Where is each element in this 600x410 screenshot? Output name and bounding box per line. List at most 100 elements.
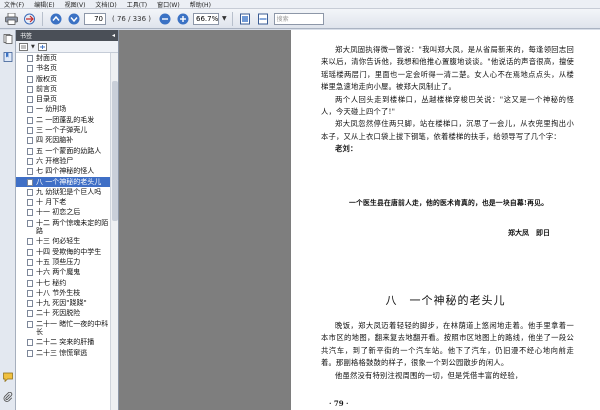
bookmark-page-icon xyxy=(27,300,33,308)
menu-help[interactable]: 帮助(H) xyxy=(190,0,211,9)
panel-collapse-icon[interactable]: ◂ xyxy=(112,32,115,39)
bookmark-label: 三 一个子弹壳儿 xyxy=(36,126,88,135)
bookmark-label: 二十二 突来的肝播 xyxy=(36,338,95,347)
paragraph: 郑大凤固执得微一瞥说："我叫郑大凤，是从省局新来的，每逢领回志回来以后，清你告诉… xyxy=(321,45,574,92)
bookmark-item[interactable]: 五 一个蒙面的幼路人 xyxy=(16,146,110,156)
menu-bar: 文件(F) 编辑(E) 视图(V) 文档(D) 工具(T) 窗口(W) 帮助(H… xyxy=(0,0,600,9)
menu-file[interactable]: 文件(F) xyxy=(4,0,24,9)
bookmark-page-icon xyxy=(27,65,33,73)
bookmarks-panel-title: 书签 xyxy=(20,33,33,40)
bookmark-item[interactable]: 十九 死因"跷跷" xyxy=(16,298,110,308)
bookmarks-toolbar: ▼ xyxy=(16,41,118,53)
options-dropdown-icon[interactable]: ▼ xyxy=(31,44,35,50)
bookmark-page-icon xyxy=(27,238,33,246)
print-icon[interactable] xyxy=(4,12,19,26)
bookmark-item[interactable]: 二十二 突来的肝播 xyxy=(16,337,110,347)
bookmark-page-icon xyxy=(27,209,33,217)
bookmark-item[interactable]: 十八 节外生枝 xyxy=(16,288,110,298)
bookmark-scrollbar[interactable] xyxy=(110,53,118,410)
zoom-in-icon[interactable] xyxy=(175,12,190,26)
paragraph: 郑大凤忽然停住两只脚，站在楼梯口，沉思了一会儿，从衣兜里掏出小本子，又从上衣口袋… xyxy=(321,119,574,141)
bookmark-item[interactable]: 目录页 xyxy=(16,94,110,104)
bookmark-label: 十八 节外生枝 xyxy=(36,288,81,297)
bookmark-page-icon xyxy=(27,116,33,124)
pages-icon[interactable] xyxy=(3,34,13,44)
bookmark-label: 六 开棺验尸 xyxy=(36,156,74,165)
bookmark-item[interactable]: 六 开棺验尸 xyxy=(16,156,110,166)
text-block-bottom: 晚饭，郑大凤迈着轻轻的脚步，在林荫道上悠闲地走着。他手里拿着一本市区的地图，翻来… xyxy=(321,320,574,382)
previous-page-icon[interactable] xyxy=(48,12,63,26)
share-icon[interactable] xyxy=(22,12,37,26)
menu-edit[interactable]: 编辑(E) xyxy=(34,0,54,9)
bookmark-item[interactable]: 十六 两个魔鬼 xyxy=(16,267,110,277)
page-number-input[interactable]: 70 xyxy=(84,12,106,25)
attachment-icon[interactable] xyxy=(3,391,13,402)
menu-window[interactable]: 窗口(W) xyxy=(157,0,180,9)
paragraph: 两个人回头走到楼梯口，丛越楼梯穿梭巴关说："这又是一个神秘的怪人，今天碰上四个了… xyxy=(321,94,574,117)
bookmark-item[interactable]: 二 一团蓬乱的毛发 xyxy=(16,115,110,125)
bookmark-item[interactable]: 四 死因脑补 xyxy=(16,135,110,145)
bookmark-item[interactable]: 七 四个神秘的怪人 xyxy=(16,166,110,176)
bookmark-item[interactable]: 二十 死因脱险 xyxy=(16,308,110,318)
bookmark-page-icon xyxy=(27,219,33,227)
bookmark-item[interactable]: 八 一个神秘的老头儿 xyxy=(16,176,110,187)
bookmark-label: 二 一团蓬乱的毛发 xyxy=(36,115,95,124)
bookmark-label: 二十 死因脱险 xyxy=(36,309,81,318)
bookmark-page-icon xyxy=(27,258,33,266)
bookmark-item[interactable]: 书名页 xyxy=(16,63,110,73)
bookmark-label: 十三 何必轻生 xyxy=(36,237,81,246)
quote-heading: 老刘： xyxy=(335,144,358,154)
zoom-dropdown-icon[interactable]: ▼ xyxy=(222,15,227,22)
bookmark-label: 前言页 xyxy=(36,84,57,93)
bookmark-label: 十 月下老 xyxy=(36,198,67,207)
comment-icon[interactable] xyxy=(3,372,13,383)
fit-page-icon[interactable] xyxy=(238,12,253,26)
bookmark-item[interactable]: 十三 何必轻生 xyxy=(16,236,110,246)
expand-bookmark-icon[interactable] xyxy=(37,42,47,51)
bookmark-item[interactable]: 前言页 xyxy=(16,84,110,94)
bookmark-item[interactable]: 十五 顶些压力 xyxy=(16,257,110,267)
bookmarks-panel-header: 书签 ◂ xyxy=(16,30,118,41)
bookmark-page-icon xyxy=(27,157,33,165)
bookmark-label: 版权页 xyxy=(36,74,57,83)
bookmark-label: 四 死因脑补 xyxy=(36,136,74,145)
bookmark-item[interactable]: 三 一个子弹壳儿 xyxy=(16,125,110,135)
next-page-icon[interactable] xyxy=(66,12,81,26)
bookmark-page-icon xyxy=(27,75,33,83)
bookmark-item[interactable]: 二十一 睹忙一夜的中科长 xyxy=(16,319,110,338)
zoom-level-input[interactable]: 66.7% xyxy=(193,12,219,25)
menu-view[interactable]: 视图(V) xyxy=(65,0,86,9)
menu-document[interactable]: 文档(D) xyxy=(95,0,116,9)
fit-width-icon[interactable] xyxy=(256,12,271,26)
bookmark-page-icon xyxy=(27,85,33,93)
bookmark-label: 十七 秘约 xyxy=(36,278,67,287)
bookmark-item[interactable]: 十四 受欺侮的中学生 xyxy=(16,247,110,257)
bookmark-page-icon xyxy=(27,320,33,328)
bookmark-item[interactable]: 十七 秘约 xyxy=(16,278,110,288)
bookmark-item[interactable]: 十二 两个惊魂未定的陌路 xyxy=(16,218,110,237)
bookmark-item[interactable]: 一 幼刑场 xyxy=(16,104,110,114)
bookmark-label: 七 四个神秘的怪人 xyxy=(36,167,95,176)
bookmark-page-icon xyxy=(27,127,33,135)
search-input[interactable]: 搜索 xyxy=(273,12,324,25)
bookmark-item[interactable]: 版权页 xyxy=(16,74,110,84)
bookmark-item[interactable]: 十 月下老 xyxy=(16,197,110,207)
toolbar-separator xyxy=(42,11,43,26)
options-icon[interactable] xyxy=(19,42,28,51)
paragraph: 晚饭，郑大凤迈着轻轻的脚步，在林荫道上悠闲地走着。他手里拿着一本市区的地图，翻来… xyxy=(321,321,574,368)
bookmark-item[interactable]: 十一 初恋之后 xyxy=(16,207,110,217)
bookmarks-panel: 书签 ◂ ▼ 封面页 书名页 版权页 前言页目录页一 幼刑场二 一团蓬乱的毛发三 一个… xyxy=(16,30,119,410)
bookmark-item[interactable]: 封面页 xyxy=(16,53,110,63)
bookmark-page-icon xyxy=(27,349,33,357)
menu-tools[interactable]: 工具(T) xyxy=(127,0,147,9)
bookmark-item[interactable]: 九 幼狱犯是个巨人吗 xyxy=(16,187,110,197)
bookmark-page-icon xyxy=(27,199,33,207)
bookmark-item[interactable]: 二十三 惊慌窜逃 xyxy=(16,348,110,358)
page-count: ( 76 / 336 ) xyxy=(112,14,151,23)
bookmarks-icon[interactable] xyxy=(3,52,13,62)
scrollbar-thumb[interactable] xyxy=(112,81,118,221)
zoom-out-icon[interactable] xyxy=(157,12,172,26)
bookmark-label: 书名页 xyxy=(36,64,57,73)
navigation-strip xyxy=(0,30,16,410)
bookmark-label: 目录页 xyxy=(36,95,57,104)
